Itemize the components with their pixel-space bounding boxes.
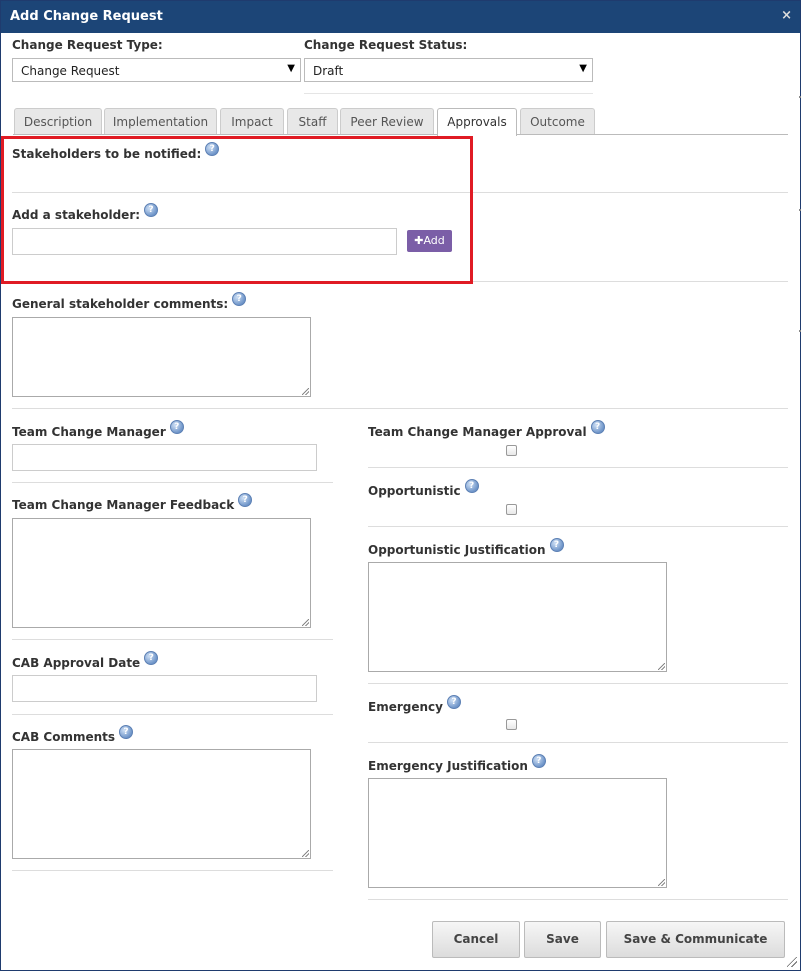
divider: [368, 467, 788, 468]
resize-grip-icon[interactable]: [302, 388, 309, 395]
emergency-label: Emergency?: [368, 695, 461, 714]
close-icon[interactable]: ×: [781, 8, 792, 23]
cab-comments-label: CAB Comments?: [12, 725, 134, 744]
resize-grip-icon[interactable]: [302, 619, 309, 626]
add-stakeholder-button[interactable]: ✚Add: [407, 230, 452, 252]
help-icon[interactable]: ?: [205, 142, 220, 156]
opportunistic-justification-label: Opportunistic Justification?: [368, 538, 564, 557]
resize-grip-icon[interactable]: [658, 879, 665, 886]
divider: [12, 482, 333, 483]
team-change-manager-input[interactable]: [12, 444, 317, 471]
tab-underline: [13, 134, 788, 135]
add-stakeholder-label-text: Add a stakeholder:: [12, 208, 141, 222]
emergency-label-text: Emergency: [368, 700, 443, 714]
add-stakeholder-input[interactable]: [12, 228, 397, 255]
tab-description[interactable]: Description: [14, 108, 102, 134]
change-request-type-value: Change Request: [21, 64, 120, 78]
help-icon[interactable]: ?: [446, 695, 461, 709]
resize-grip-icon[interactable]: [302, 850, 309, 857]
change-request-type-label: Change Request Type:: [12, 38, 163, 52]
opportunistic-label-text: Opportunistic: [368, 484, 461, 498]
cab-approval-date-label: CAB Approval Date?: [12, 651, 159, 670]
change-request-status-label: Change Request Status:: [304, 38, 468, 52]
team-change-manager-feedback-label-text: Team Change Manager Feedback: [12, 498, 235, 512]
resize-grip-icon[interactable]: [658, 663, 665, 670]
divider: [12, 408, 788, 409]
divider: [368, 683, 788, 684]
cab-approval-date-label-text: CAB Approval Date: [12, 656, 141, 670]
chevron-down-icon: ▼: [287, 63, 295, 74]
add-stakeholder-label: Add a stakeholder:?: [12, 203, 159, 222]
help-icon[interactable]: ?: [169, 420, 184, 434]
divider: [12, 192, 788, 193]
tab-peer-review[interactable]: Peer Review: [340, 108, 434, 134]
help-icon[interactable]: ?: [464, 479, 479, 493]
tab-impact[interactable]: Impact: [220, 108, 284, 134]
divider: [12, 870, 333, 871]
team-change-manager-label-text: Team Change Manager: [12, 425, 166, 439]
help-icon[interactable]: ?: [119, 725, 134, 739]
add-button-label: Add: [423, 234, 445, 247]
save-button[interactable]: Save: [524, 921, 601, 958]
change-request-type-select[interactable]: Change Request ▼: [12, 58, 301, 82]
change-request-status-select[interactable]: Draft ▼: [304, 58, 593, 82]
opportunistic-label: Opportunistic?: [368, 479, 479, 498]
general-comments-label-text: General stakeholder comments:: [12, 297, 229, 311]
help-icon[interactable]: ?: [232, 292, 247, 306]
team-change-manager-feedback-textarea[interactable]: [12, 518, 311, 628]
emergency-justification-label: Emergency Justification?: [368, 754, 546, 773]
stakeholders-label: Stakeholders to be notified:?: [12, 142, 220, 161]
tab-implementation[interactable]: Implementation: [104, 108, 217, 134]
dialog-titlebar[interactable]: Add Change Request ×: [1, 1, 800, 33]
emergency-justification-label-text: Emergency Justification: [368, 759, 528, 773]
tab-outcome[interactable]: Outcome: [520, 108, 595, 134]
add-change-request-dialog: Add Change Request × Change Request Type…: [0, 0, 801, 971]
divider: [368, 899, 788, 900]
opportunistic-justification-label-text: Opportunistic Justification: [368, 543, 546, 557]
team-change-manager-feedback-label: Team Change Manager Feedback?: [12, 493, 253, 512]
help-icon[interactable]: ?: [238, 493, 253, 507]
change-request-status-value: Draft: [313, 64, 344, 78]
help-icon[interactable]: ?: [144, 651, 159, 665]
cab-comments-textarea[interactable]: [12, 749, 311, 859]
stakeholders-label-text: Stakeholders to be notified:: [12, 147, 202, 161]
general-comments-textarea[interactable]: [12, 317, 311, 397]
team-change-manager-approval-label-text: Team Change Manager Approval: [368, 425, 587, 439]
help-icon[interactable]: ?: [144, 203, 159, 217]
team-change-manager-label: Team Change Manager?: [12, 420, 184, 439]
divider: [12, 639, 333, 640]
tab-approvals[interactable]: Approvals: [437, 108, 517, 136]
general-comments-label: General stakeholder comments:?: [12, 292, 247, 311]
chevron-down-icon: ▼: [579, 63, 587, 74]
emergency-checkbox[interactable]: [506, 719, 517, 730]
divider: [304, 93, 593, 94]
opportunistic-justification-textarea[interactable]: [368, 562, 667, 672]
dialog-resize-grip-icon[interactable]: [787, 957, 797, 967]
save-and-communicate-button[interactable]: Save & Communicate: [606, 921, 785, 958]
cab-comments-label-text: CAB Comments: [12, 730, 116, 744]
divider: [368, 742, 788, 743]
divider: [12, 714, 333, 715]
dialog-title: Add Change Request: [10, 9, 163, 24]
emergency-justification-textarea[interactable]: [368, 778, 667, 888]
cab-approval-date-input[interactable]: [12, 675, 317, 702]
team-change-manager-approval-label: Team Change Manager Approval?: [368, 420, 605, 439]
opportunistic-checkbox[interactable]: [506, 504, 517, 515]
help-icon[interactable]: ?: [531, 754, 546, 768]
divider: [12, 281, 788, 282]
cancel-button[interactable]: Cancel: [432, 921, 520, 958]
help-icon[interactable]: ?: [590, 420, 605, 434]
help-icon[interactable]: ?: [549, 538, 564, 552]
tab-staff[interactable]: Staff: [287, 108, 338, 134]
divider: [368, 526, 788, 527]
team-change-manager-approval-checkbox[interactable]: [506, 445, 517, 456]
